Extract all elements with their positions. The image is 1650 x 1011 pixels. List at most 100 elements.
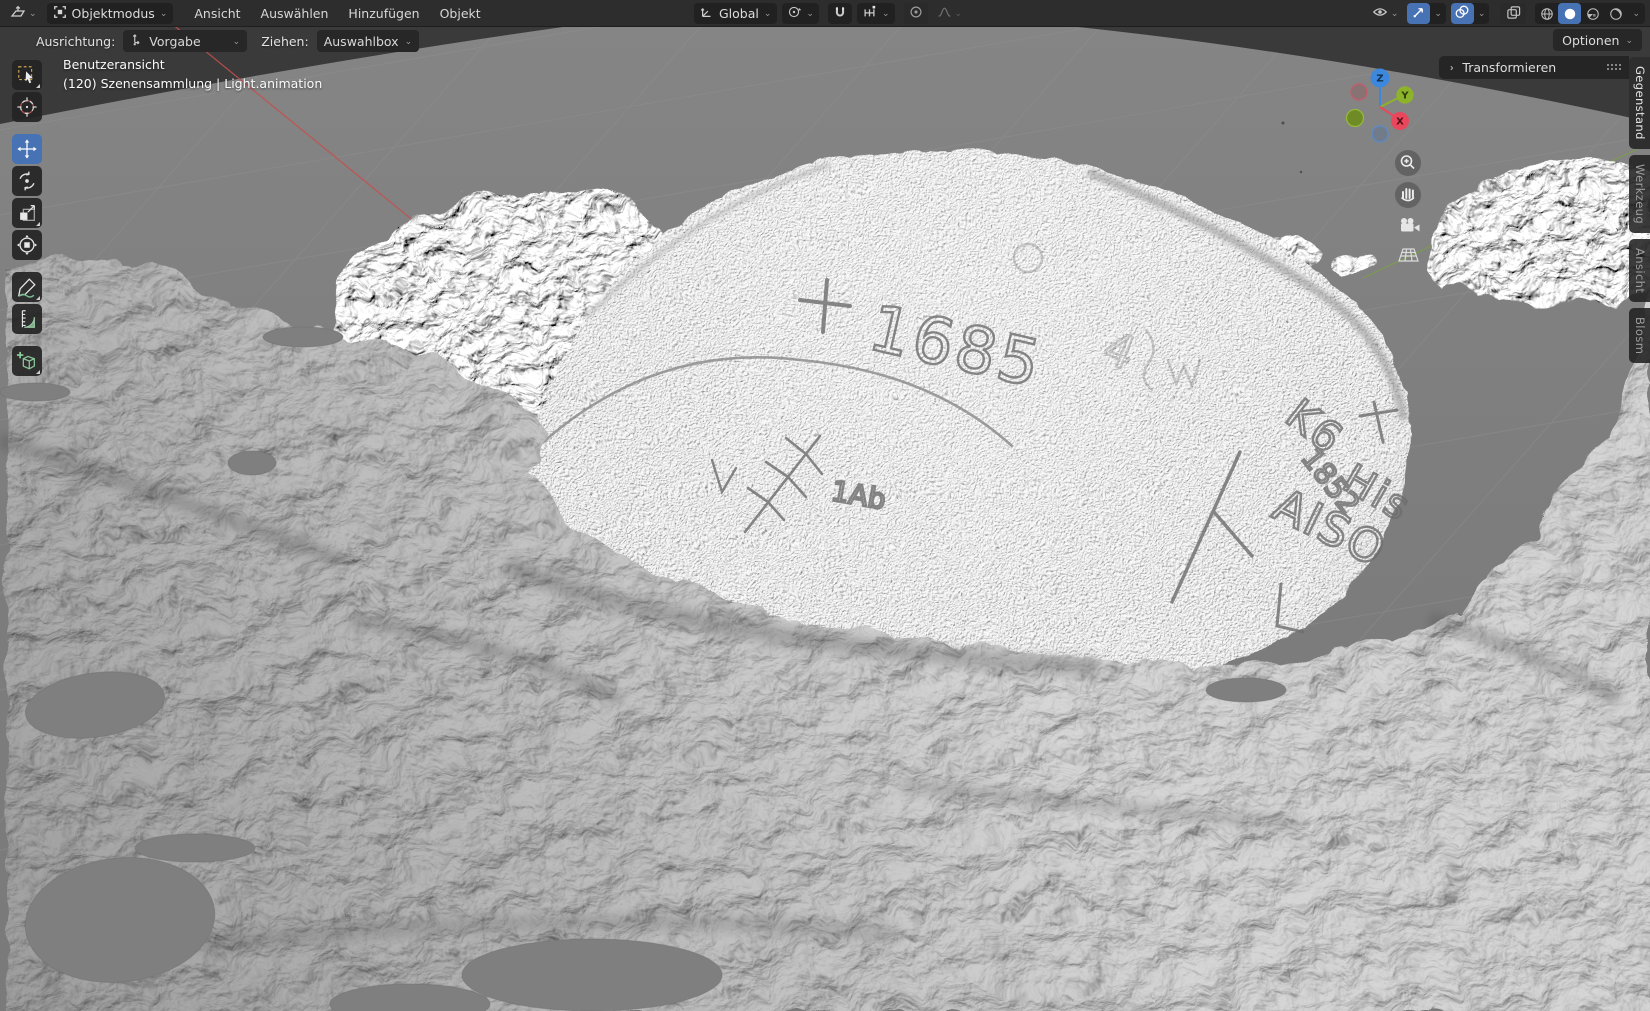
chevron-down-icon: ⌄ (233, 38, 241, 47)
orientation-setting-value: Vorgabe (149, 34, 200, 49)
chevron-down-icon: ⌄ (160, 10, 168, 19)
proportional-edit-icon (909, 5, 923, 22)
xray-icon (1506, 5, 1521, 23)
camera-view-button[interactable] (1401, 218, 1420, 232)
menu-hinzufuegen[interactable]: Hinzufügen (339, 3, 428, 24)
proportional-edit-button[interactable] (904, 3, 928, 24)
grid-plane-icon (1399, 249, 1418, 261)
top-menu-bar: ⌄ Objektmodus ⌄ Ansicht Auswählen Hinzuf… (0, 0, 1650, 27)
tool-cursor[interactable] (12, 92, 42, 122)
gizmo-axis-y[interactable]: Y (1396, 86, 1413, 103)
show-gizmos-toggle[interactable] (1407, 3, 1430, 24)
chevron-down-icon: ⌄ (806, 10, 814, 19)
blender-window: 1685 4 K6 1852 His AISO 1Ab (0, 0, 1650, 1011)
snap-increment-icon (862, 5, 877, 22)
chevron-down-icon[interactable]: ⌄ (1430, 10, 1446, 19)
orientation-setting-dropdown[interactable]: Vorgabe ⌄ (123, 30, 247, 52)
snap-target-dropdown[interactable]: ⌄ (857, 3, 895, 24)
eye-icon (1372, 5, 1388, 22)
falloff-curve-icon (937, 5, 952, 22)
subtool-indicator (36, 84, 40, 88)
gizmos-dropdown-group: ⌄ (1407, 3, 1446, 24)
shading-solid-button[interactable] (1558, 3, 1581, 24)
overlays-icon (1455, 5, 1469, 22)
chevron-down-icon: ⌄ (29, 10, 37, 19)
snap-toggle-button[interactable] (828, 3, 852, 24)
shading-mode-group: ⌄ (1535, 3, 1645, 24)
tool-annotate[interactable] (12, 272, 42, 302)
chevron-down-icon: ⌄ (955, 10, 963, 19)
sidebar-tab-column: Gegenstand Werkzeug Ansicht Blosm (1629, 57, 1650, 363)
overlays-dropdown-group: ⌄ (1451, 3, 1490, 24)
mode-dropdown-label: Objektmodus (72, 6, 155, 21)
subtool-indicator (36, 370, 40, 374)
drag-setting-label: Ziehen: (261, 34, 308, 49)
transform-orientation-icon (130, 33, 143, 50)
tool-move[interactable] (12, 134, 42, 164)
svg-text:Z: Z (1376, 74, 1383, 85)
menu-objekt[interactable]: Objekt (431, 3, 490, 24)
chevron-down-icon: ⌄ (1391, 10, 1399, 19)
chevron-down-icon[interactable]: ⌄ (1474, 10, 1490, 19)
menu-auswaehlen[interactable]: Auswählen (252, 3, 338, 24)
pivot-point-dropdown[interactable]: ⌄ (782, 3, 819, 24)
editor-type-button[interactable]: ⌄ (6, 3, 41, 24)
options-dropdown-button[interactable]: Optionen ⌄ (1553, 29, 1642, 51)
svg-text:X: X (1396, 117, 1404, 128)
xray-toggle-button[interactable] (1500, 3, 1526, 24)
tool-add-cube[interactable] (12, 346, 42, 376)
pan-button[interactable] (1395, 182, 1421, 208)
options-label: Optionen (1562, 33, 1619, 48)
tab-werkzeug[interactable]: Werkzeug (1629, 155, 1650, 233)
chevron-down-icon: ⌄ (405, 38, 413, 47)
chevron-down-icon: ⌄ (882, 10, 890, 19)
subtool-indicator (36, 222, 40, 226)
mode-dropdown[interactable]: Objektmodus ⌄ (47, 3, 174, 24)
orientation-setting-label: Ausrichtung: (36, 34, 115, 49)
viewport-nav-buttons (1390, 148, 1430, 273)
object-mode-icon (53, 5, 67, 22)
chevron-down-icon[interactable]: ⌄ (1627, 10, 1645, 19)
subtool-indicator (36, 296, 40, 300)
view-name-label: Benutzeransicht (63, 57, 165, 72)
menu-ansicht[interactable]: Ansicht (185, 3, 249, 24)
viewport-editor-icon (10, 4, 26, 23)
chevron-down-icon: ⌄ (1625, 37, 1633, 46)
transform-orientation-dropdown[interactable]: Global ⌄ (694, 3, 777, 24)
tab-blosm[interactable]: Blosm (1629, 308, 1650, 363)
navigation-gizmo[interactable]: Z Y X (1335, 58, 1430, 148)
drag-setting-value: Auswahlbox (324, 34, 399, 49)
gizmo-axis-neg-y[interactable] (1347, 110, 1364, 127)
shading-rendered-button[interactable] (1604, 3, 1627, 24)
zoom-button[interactable] (1395, 150, 1421, 176)
shading-material-button[interactable] (1581, 3, 1604, 24)
visibility-dropdown[interactable]: ⌄ (1368, 3, 1403, 24)
gizmo-axis-neg-z[interactable] (1372, 126, 1388, 142)
gizmo-axis-neg-x[interactable] (1351, 84, 1367, 100)
gizmo-axis-x[interactable]: X (1391, 112, 1409, 130)
falloff-dropdown[interactable]: ⌄ (933, 3, 967, 24)
tool-select-box[interactable] (12, 60, 42, 90)
perspective-toggle-button[interactable] (1399, 249, 1418, 261)
tool-measure[interactable] (12, 304, 42, 334)
npanel-transform-header[interactable]: ⌄ Transformieren (1439, 56, 1629, 79)
orientation-axes-icon (700, 5, 714, 22)
gizmo-axis-z[interactable]: Z (1371, 69, 1390, 88)
drag-setting-dropdown[interactable]: Auswahlbox ⌄ (317, 30, 419, 52)
orientation-label: Global (719, 6, 759, 21)
show-overlays-toggle[interactable] (1451, 3, 1474, 24)
panel-grip-handle[interactable] (1606, 63, 1621, 72)
shading-wireframe-button[interactable] (1535, 3, 1558, 24)
chevron-down-icon: ⌄ (764, 10, 772, 19)
tool-rotate[interactable] (12, 166, 42, 196)
npanel-header-label: Transformieren (1462, 60, 1556, 75)
tool-scale[interactable] (12, 198, 42, 228)
camera-icon (1401, 218, 1420, 232)
tool-transform[interactable] (12, 230, 42, 260)
chevron-right-icon: ⌄ (1446, 63, 1456, 71)
pivot-icon (787, 5, 801, 22)
tab-ansicht[interactable]: Ansicht (1629, 239, 1650, 302)
tab-gegenstand[interactable]: Gegenstand (1629, 57, 1650, 149)
svg-text:Y: Y (1400, 91, 1409, 102)
magnet-icon (833, 5, 847, 22)
